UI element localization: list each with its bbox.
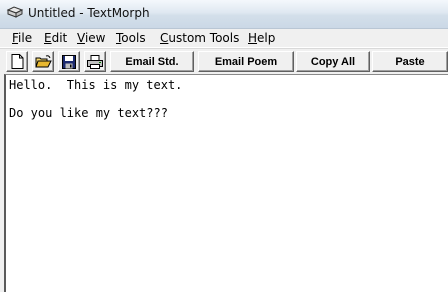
menu-bar: File Edit View Tools Custom Tools Help: [0, 29, 448, 47]
open-button[interactable]: [32, 51, 54, 72]
window-title: Untitled - TextMorph: [28, 6, 150, 20]
print-button[interactable]: [84, 51, 106, 72]
email-std-button[interactable]: Email Std.: [110, 51, 194, 72]
menu-view[interactable]: View: [77, 31, 105, 45]
menu-file[interactable]: File: [12, 31, 32, 45]
editor-content[interactable]: Hello. This is my text. Do you like my t…: [6, 75, 448, 120]
new-document-icon: [11, 54, 23, 69]
menu-tools[interactable]: Tools: [116, 31, 146, 45]
open-folder-icon: [34, 54, 52, 67]
text-editor[interactable]: Hello. This is my text. Do you like my t…: [4, 74, 448, 292]
save-button[interactable]: [58, 51, 80, 72]
print-icon: [87, 54, 103, 69]
paste-button[interactable]: Paste: [372, 51, 448, 72]
save-disk-icon: [62, 54, 76, 69]
new-button[interactable]: [6, 51, 28, 72]
menu-custom-tools[interactable]: Custom Tools: [160, 31, 239, 45]
copy-all-button[interactable]: Copy All: [296, 51, 370, 72]
title-bar[interactable]: Untitled - TextMorph: [0, 0, 448, 29]
menu-edit[interactable]: Edit: [44, 31, 67, 45]
textmorph-app-icon: [6, 6, 24, 18]
app-window: Untitled - TextMorph File Edit View Tool…: [0, 0, 448, 292]
email-poem-button[interactable]: Email Poem: [198, 51, 294, 72]
menu-help[interactable]: Help: [248, 31, 275, 45]
toolbar: Email Std. Email Poem Copy All Paste: [0, 48, 448, 76]
